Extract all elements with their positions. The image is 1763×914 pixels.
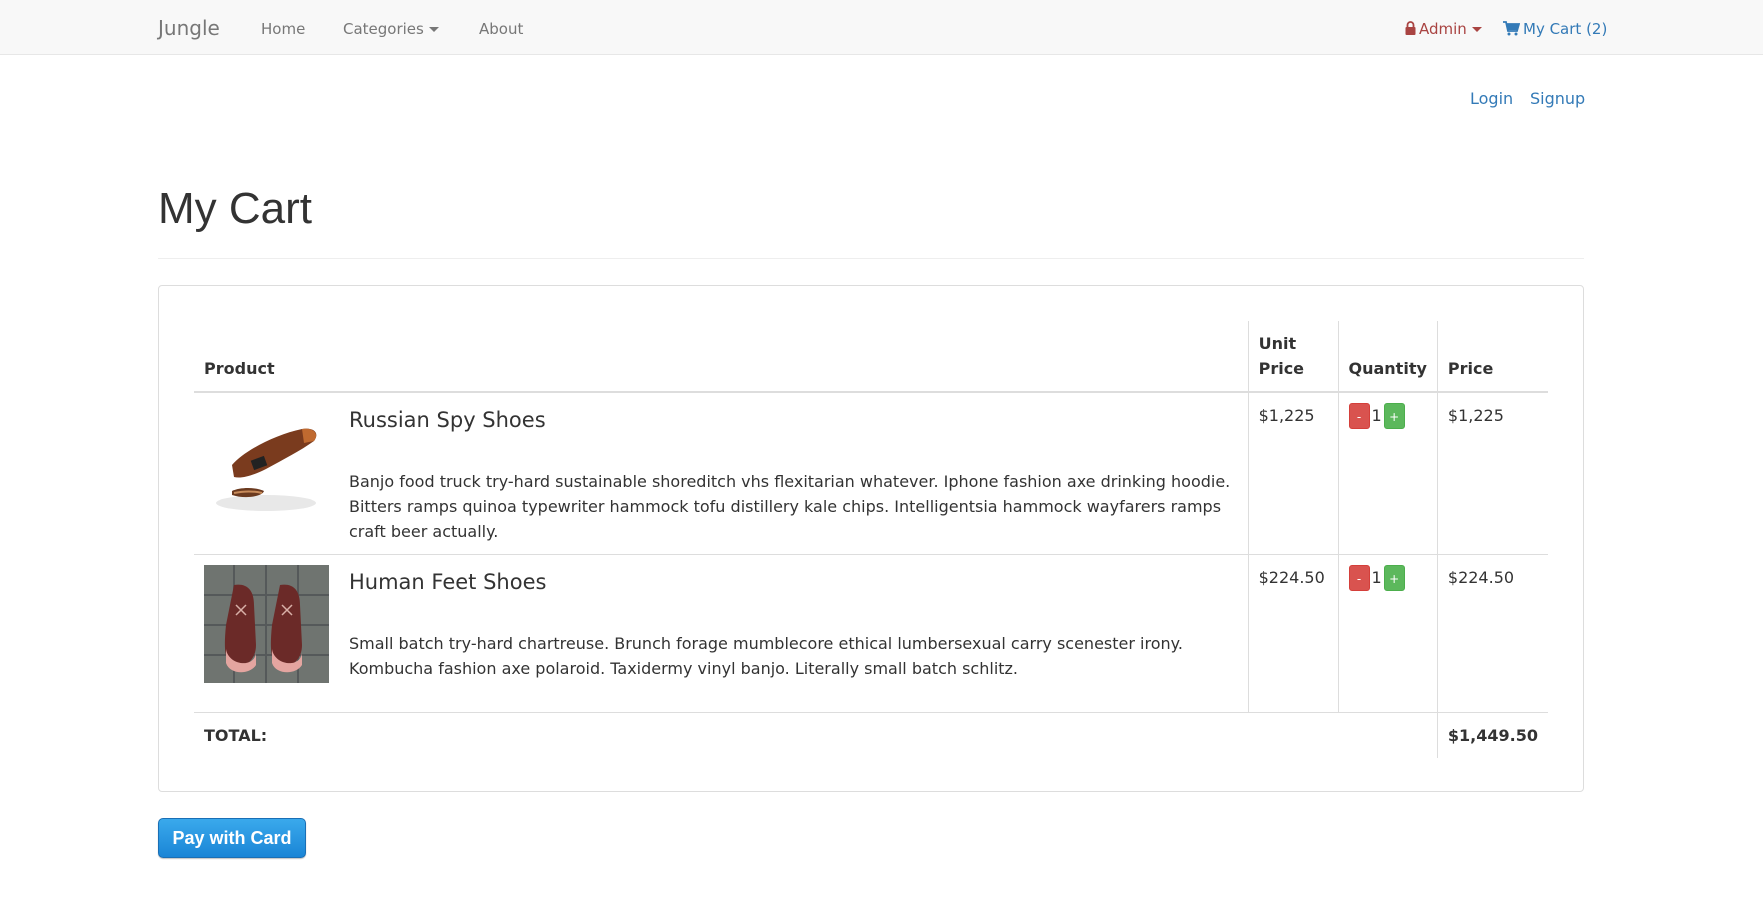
product-image-cell <box>194 391 339 555</box>
unit-price-cell: $1,225 <box>1247 391 1338 555</box>
header-product: Product <box>194 321 1249 393</box>
nav-my-cart-label: My Cart (2) <box>1523 20 1608 38</box>
product-info-cell: Human Feet Shoes Small batch try-hard ch… <box>339 554 1249 713</box>
cart-panel: Product Unit Price Quantity Price Russia… <box>158 285 1584 792</box>
nav-admin-dropdown[interactable]: Admin <box>1405 20 1482 38</box>
total-value: $1,449.50 <box>1436 712 1548 758</box>
product-image-cell <box>194 554 339 713</box>
product-description: Small batch try-hard chartreuse. Brunch … <box>349 634 1183 678</box>
total-row: TOTAL: $1,449.50 <box>194 712 1548 758</box>
navbar: Jungle Home Categories About Admin My Ca… <box>0 0 1763 55</box>
product-name[interactable]: Human Feet Shoes <box>349 569 1238 595</box>
lock-icon <box>1405 21 1416 35</box>
decrease-quantity-button[interactable]: - <box>1348 565 1370 591</box>
nav-my-cart[interactable]: My Cart (2) <box>1503 20 1607 38</box>
increase-quantity-button[interactable]: + <box>1383 565 1405 591</box>
cart-table: Product Unit Price Quantity Price Russia… <box>194 321 1548 758</box>
nav-about[interactable]: About <box>479 20 523 38</box>
nav-categories-dropdown[interactable]: Categories <box>343 20 439 38</box>
product-name[interactable]: Russian Spy Shoes <box>349 407 1238 433</box>
header-unit-price: Unit Price <box>1247 321 1338 393</box>
quantity-stepper: -1 + <box>1337 554 1438 713</box>
increase-quantity-button[interactable]: + <box>1383 403 1405 429</box>
total-label: TOTAL: <box>194 712 1438 758</box>
nav-home[interactable]: Home <box>261 20 305 38</box>
product-image[interactable] <box>204 403 329 521</box>
table-row: Russian Spy Shoes Banjo food truck try-h… <box>194 391 1548 555</box>
shopping-cart-icon <box>1503 21 1520 36</box>
quantity-value: 1 <box>1371 568 1382 587</box>
chevron-down-icon <box>428 27 439 32</box>
product-info-cell: Russian Spy Shoes Banjo food truck try-h… <box>339 391 1249 555</box>
quantity-stepper: -1 + <box>1337 391 1438 555</box>
page-title: My Cart <box>158 184 312 233</box>
table-row: Human Feet Shoes Small batch try-hard ch… <box>194 554 1548 713</box>
header-price: Price <box>1436 321 1548 393</box>
price-cell: $224.50 <box>1436 554 1548 713</box>
signup-link[interactable]: Signup <box>1530 89 1585 108</box>
login-link[interactable]: Login <box>1470 89 1513 108</box>
header-quantity: Quantity <box>1337 321 1438 393</box>
nav-categories-label: Categories <box>343 20 424 38</box>
title-divider <box>158 258 1584 259</box>
feet-shoes-image-icon <box>204 565 329 683</box>
nav-admin-label: Admin <box>1419 20 1467 38</box>
product-description: Banjo food truck try-hard sustainable sh… <box>349 472 1231 541</box>
product-image[interactable] <box>204 565 329 683</box>
quantity-value: 1 <box>1371 406 1382 425</box>
unit-price-cell: $224.50 <box>1247 554 1338 713</box>
table-header-row: Product Unit Price Quantity Price <box>194 321 1548 393</box>
price-cell: $1,225 <box>1436 391 1548 555</box>
pay-with-card-button[interactable]: Pay with Card <box>158 818 306 858</box>
decrease-quantity-button[interactable]: - <box>1348 403 1370 429</box>
chevron-down-icon <box>1471 27 1482 32</box>
shoe-image-icon <box>204 403 329 521</box>
brand-logo[interactable]: Jungle <box>158 16 220 40</box>
